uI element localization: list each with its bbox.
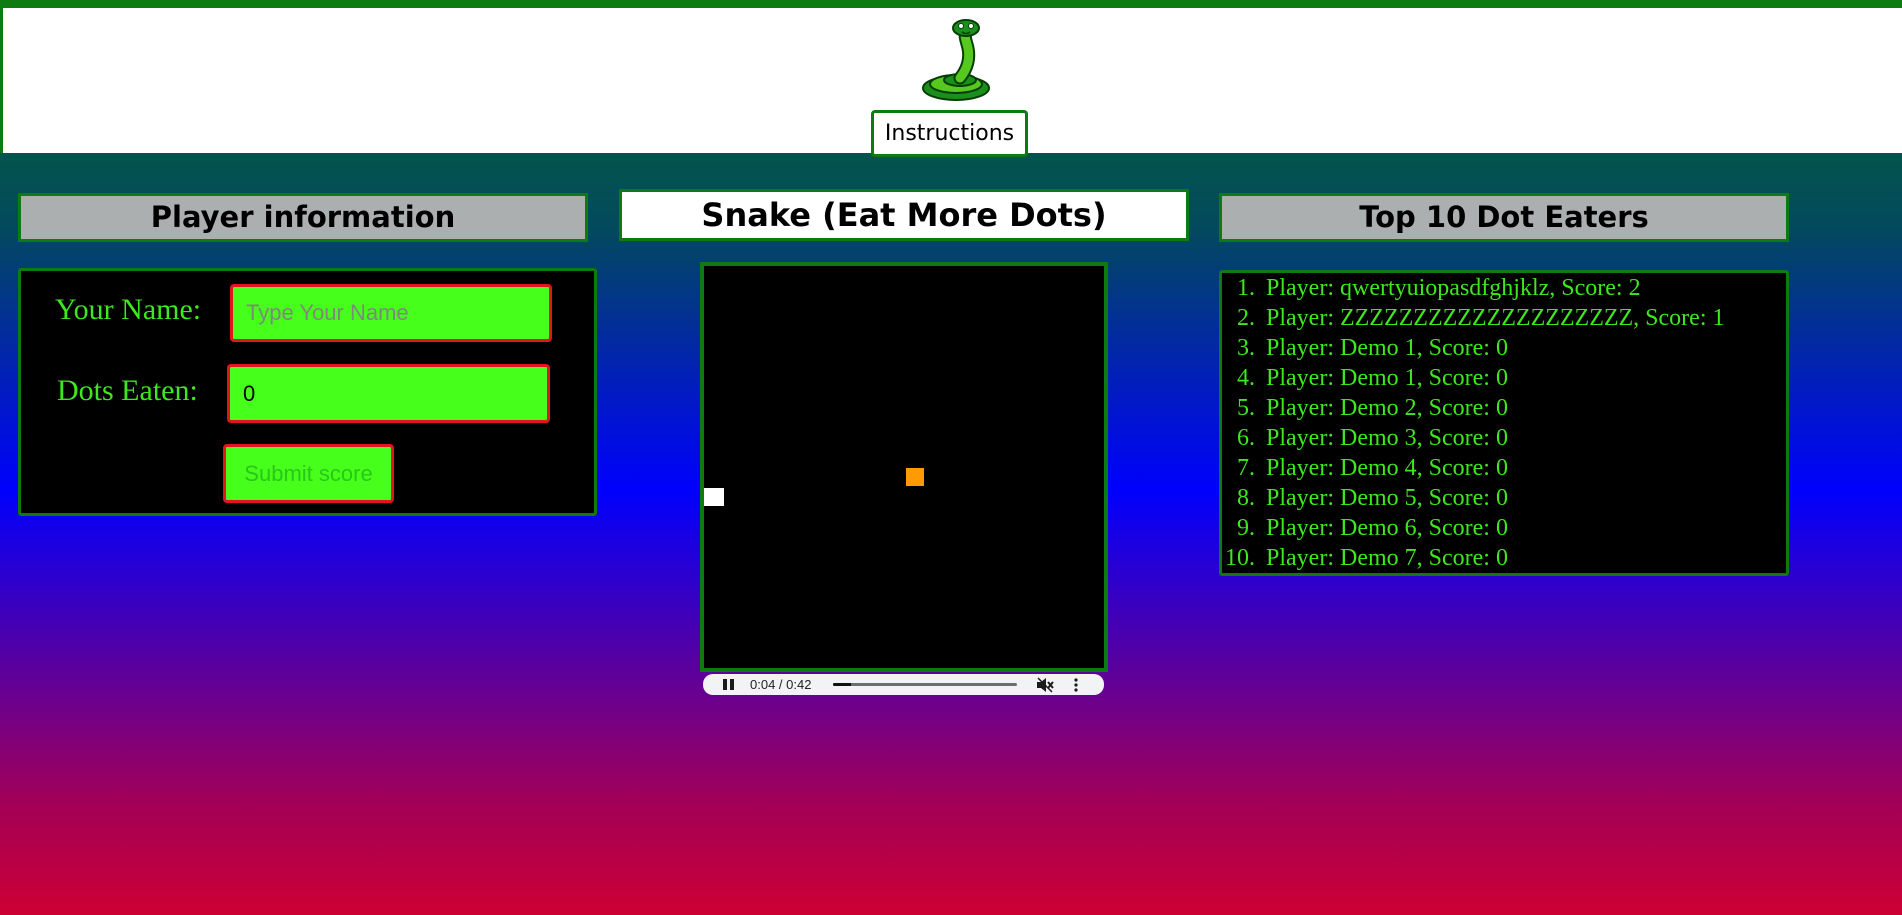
video-time: 0:04 / 0:42 — [750, 677, 812, 692]
leaderboard-entry: 10. Player: Demo 7, Score: 0 — [1222, 543, 1786, 573]
leaderboard-rank: 7. — [1237, 455, 1255, 481]
game-title: Snake (Eat More Dots) — [619, 189, 1189, 241]
dots-eaten-label: Dots Eaten: — [57, 374, 198, 407]
leaderboard-entry: 7. Player: Demo 4, Score: 0 — [1222, 453, 1786, 483]
leaderboard-entry-text: Player: Demo 5, Score: 0 — [1266, 485, 1508, 511]
leaderboard-rank: 2. — [1237, 305, 1255, 331]
leaderboard-rank: 4. — [1237, 365, 1255, 391]
leaderboard-entry-text: Player: qwertyuiopasdfghjklz, Score: 2 — [1266, 275, 1641, 301]
leaderboard-rank: 9. — [1237, 515, 1255, 541]
video-progress-fill — [833, 683, 852, 686]
header-bar: Instructions — [0, 0, 1902, 157]
leaderboard-rank: 3. — [1237, 335, 1255, 361]
leaderboard-rank: 5. — [1237, 395, 1255, 421]
leaderboard-entry: 8. Player: Demo 5, Score: 0 — [1222, 483, 1786, 513]
dots-eaten-field[interactable] — [227, 364, 550, 423]
leaderboard-entry: 1. Player: qwertyuiopasdfghjklz, Score: 2 — [1222, 273, 1786, 303]
video-controls: 0:04 / 0:42 — [703, 674, 1104, 695]
leaderboard-rank: 1. — [1237, 275, 1255, 301]
leaderboard-list: 1. Player: qwertyuiopasdfghjklz, Score: 2… — [1222, 273, 1786, 573]
player-info-panel: Your Name: Dots Eaten: Submit score — [18, 268, 597, 516]
leaderboard-entry-text: Player: Demo 4, Score: 0 — [1266, 455, 1508, 481]
name-label: Your Name: — [55, 293, 202, 326]
leaderboard-title: Top 10 Dot Eaters — [1219, 193, 1789, 242]
leaderboard-entry-text: Player: Demo 6, Score: 0 — [1266, 515, 1508, 541]
instructions-button[interactable]: Instructions — [871, 110, 1028, 157]
leaderboard-entry: 2. Player: ZZZZZZZZZZZZZZZZZZZZ, Score: 1 — [1222, 303, 1786, 333]
leaderboard-rank: 8. — [1237, 485, 1255, 511]
snake-head — [704, 488, 724, 506]
food-dot — [906, 468, 924, 486]
submit-score-button[interactable]: Submit score — [223, 444, 394, 503]
video-progress-bar[interactable] — [833, 683, 1017, 686]
leaderboard-panel: 1. Player: qwertyuiopasdfghjklz, Score: 2… — [1219, 270, 1789, 576]
leaderboard-entry: 4. Player: Demo 1, Score: 0 — [1222, 363, 1786, 393]
leaderboard-entry-text: Player: Demo 3, Score: 0 — [1266, 425, 1508, 451]
leaderboard-entry: 5. Player: Demo 2, Score: 0 — [1222, 393, 1786, 423]
leaderboard-entry-text: Player: ZZZZZZZZZZZZZZZZZZZZ, Score: 1 — [1266, 305, 1725, 331]
leaderboard-entry: 9. Player: Demo 6, Score: 0 — [1222, 513, 1786, 543]
leaderboard-rank: 10. — [1225, 545, 1255, 571]
game-board[interactable] — [700, 262, 1108, 672]
name-input[interactable] — [230, 284, 552, 342]
more-vert-icon[interactable] — [1073, 677, 1079, 693]
leaderboard-entry-text: Player: Demo 1, Score: 0 — [1266, 335, 1508, 361]
leaderboard-entry: 6. Player: Demo 3, Score: 0 — [1222, 423, 1786, 453]
player-info-title: Player information — [18, 193, 588, 242]
leaderboard-entry-text: Player: Demo 1, Score: 0 — [1266, 365, 1508, 391]
muted-speaker-icon[interactable] — [1036, 677, 1054, 693]
snake-logo-icon — [922, 19, 990, 101]
leaderboard-entry: 3. Player: Demo 1, Score: 0 — [1222, 333, 1786, 363]
pause-icon[interactable] — [723, 679, 734, 690]
leaderboard-entry-text: Player: Demo 7, Score: 0 — [1266, 545, 1508, 571]
leaderboard-entry-text: Player: Demo 2, Score: 0 — [1266, 395, 1508, 421]
leaderboard-rank: 6. — [1237, 425, 1255, 451]
